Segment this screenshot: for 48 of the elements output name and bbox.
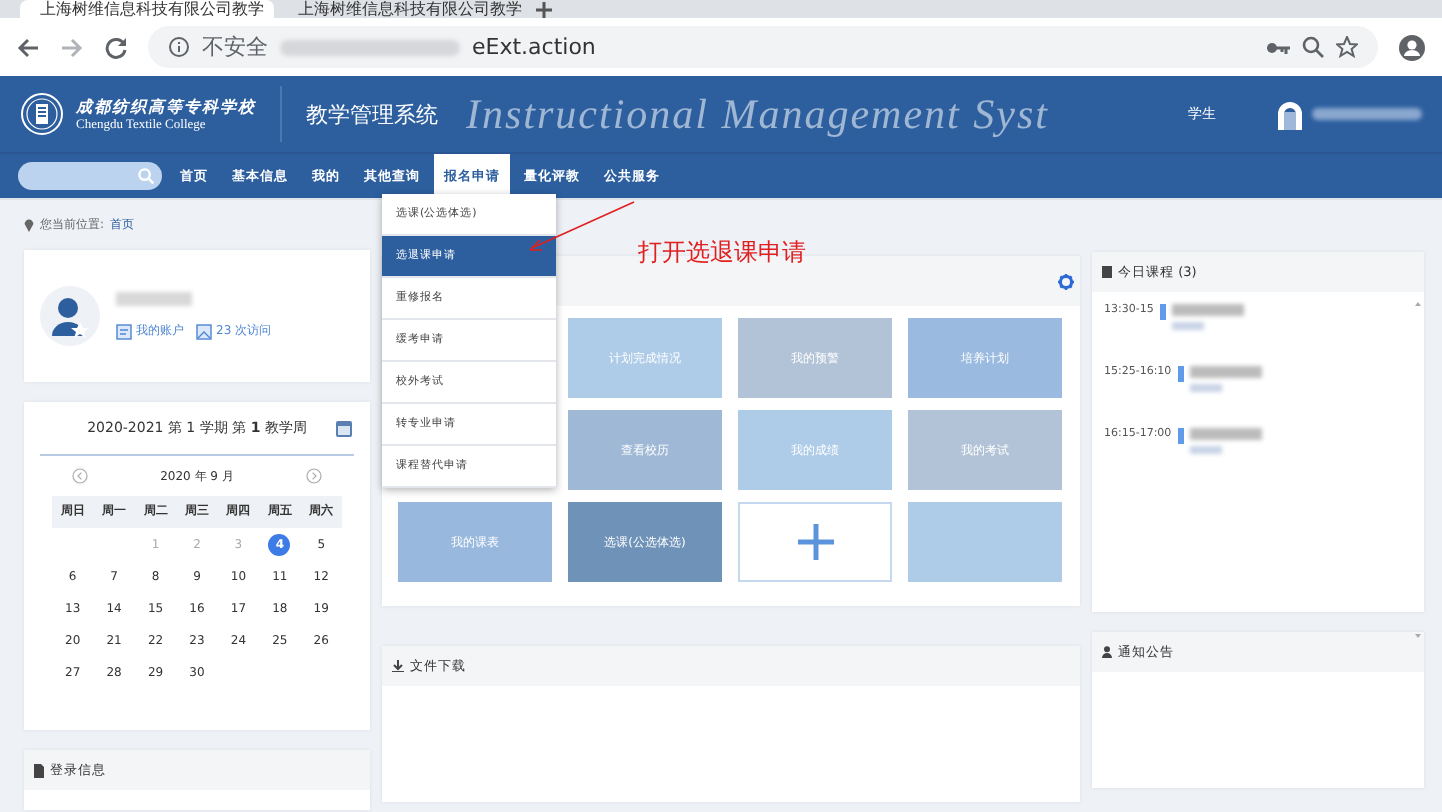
school-logo-icon [20,92,64,136]
book-icon [1102,266,1112,278]
annotation-text: 打开选退课申请 [638,236,806,270]
key-icon [1266,37,1290,57]
forward-arrow-icon [60,35,84,59]
school-name: 成都纺织高等专科学校 [76,96,256,118]
course-marker-icon [1177,428,1184,444]
search-field[interactable] [18,162,162,190]
add-shortcut-tile[interactable] [738,502,892,582]
blurred-user-name [116,292,192,306]
watermark-script-text: Instructional Management Syst [466,89,1049,139]
blurred-course-name [1189,366,1262,378]
info-icon [168,36,190,58]
course-marker-icon [1159,304,1166,320]
calendar-icon [334,418,354,438]
download-icon [392,660,404,672]
previous-month-icon [72,468,89,484]
settings-icon [1058,273,1074,289]
star-icon [1336,36,1358,58]
blurred-course-room [1189,446,1222,454]
location-pin-icon [24,218,34,232]
document-icon [34,763,44,777]
picture-icon [196,323,212,339]
browser-tab[interactable]: 上海树维信息科技有限公司教学 [20,0,274,18]
browser-tab[interactable]: 上海树维信息科技有限公司教学 [278,0,532,18]
blurred-course-name [1171,304,1244,316]
course-marker-icon [1177,366,1184,382]
zoom-icon [1302,36,1324,58]
account-card-icon [116,323,132,339]
plus-icon [536,2,552,18]
reload-icon [104,35,128,59]
annotation-arrow [524,200,636,252]
search-icon [138,168,154,184]
blurred-course-name [1189,428,1262,440]
back-arrow-icon [16,35,40,59]
system-title: 教学管理系统 [306,99,438,129]
url-text: eExt.action [472,34,596,60]
plus-icon [797,524,833,560]
security-label: 不安全 [202,32,268,62]
blurred-course-room [1171,322,1204,330]
account-icon [1398,33,1426,61]
next-month-icon [305,468,322,484]
blurred-user-name [1312,108,1422,120]
blurred-course-room [1189,384,1222,392]
address-bar[interactable]: 不安全 eExt.action [148,26,1378,68]
user-avatar-icon [1276,98,1304,130]
person-icon [1102,646,1112,658]
user-avatar-icon [40,286,100,346]
